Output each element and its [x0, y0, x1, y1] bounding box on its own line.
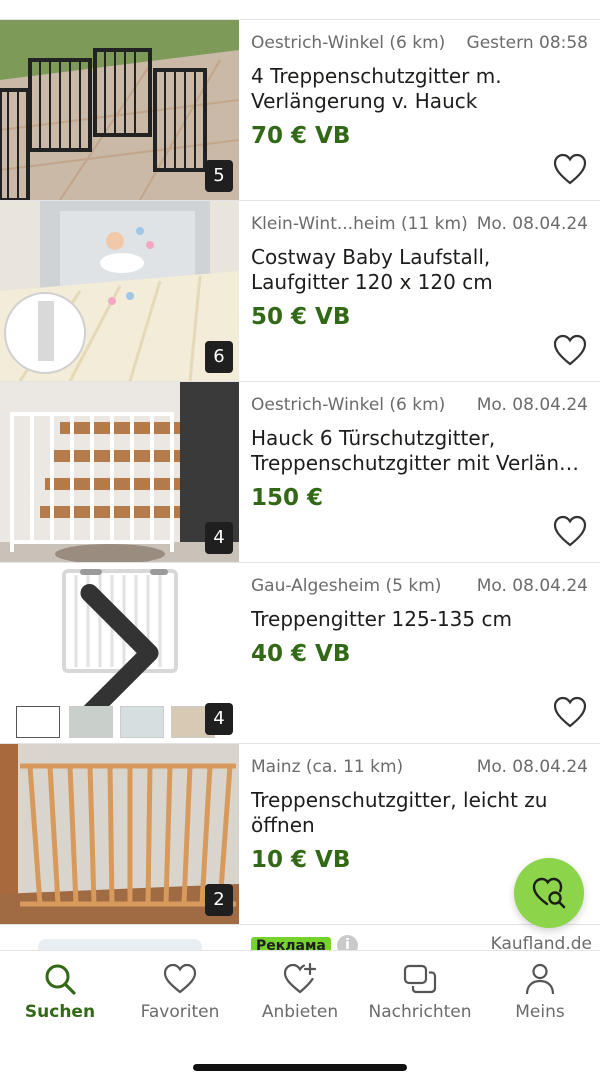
saved-search-icon [532, 877, 566, 909]
listing-title[interactable]: Treppenschutzgitter, leicht zu öffnen [251, 788, 588, 838]
listing-thumbnail[interactable]: 4 [0, 382, 239, 562]
image-count-badge: 6 [205, 341, 233, 373]
listing-photo [0, 201, 239, 381]
listing-date: Gestern 08:58 [466, 33, 588, 53]
heart-icon [163, 963, 197, 994]
listing-price: 70 € VB [251, 123, 351, 149]
tab-label: Anbieten [261, 1002, 339, 1022]
image-count-badge: 4 [205, 522, 233, 554]
listing-info[interactable]: Oestrich-Winkel (6 km) Mo. 08.04.24 Hauc… [251, 382, 588, 562]
saved-search-button[interactable] [514, 858, 584, 928]
listing-price: 10 € VB [251, 847, 351, 873]
listing-info[interactable]: Klein-Wint...heim (11 km) Mo. 08.04.24 C… [251, 201, 588, 381]
ad-brand: Kaufland.de [490, 934, 592, 951]
tab-label: Nachrichten [368, 1002, 472, 1022]
ad-listing[interactable]: Реклама i Kaufland.de [0, 925, 600, 951]
tab-label: Meins [515, 1002, 565, 1022]
listing-location: Oestrich-Winkel (6 km) [251, 395, 446, 415]
listing-photo [0, 744, 239, 924]
tab-label: Favoriten [140, 1002, 220, 1022]
listing-price: 150 € [251, 485, 324, 511]
favorite-heart-icon[interactable] [552, 333, 588, 367]
favorite-heart-icon[interactable] [552, 514, 588, 548]
listing-title[interactable]: Treppengitter 125-135 cm [251, 607, 588, 632]
listing-title[interactable]: 4 Treppenschutzgitter m. Verlängerung v.… [251, 64, 588, 114]
home-indicator[interactable] [193, 1064, 407, 1071]
listing-location: Klein-Wint...heim (11 km) [251, 214, 468, 234]
gallery-thumbnail[interactable] [16, 706, 60, 738]
person-icon [525, 963, 555, 995]
listing-thumbnail[interactable]: 5 [0, 20, 239, 200]
tab-suchen[interactable]: Suchen [0, 951, 120, 1031]
tab-nachrichten[interactable]: Nachrichten [360, 951, 480, 1031]
listing-photo [0, 20, 239, 200]
gallery-thumbnails [16, 706, 226, 740]
image-count-badge: 5 [205, 160, 233, 192]
listing-thumbnail[interactable]: 4 [0, 563, 239, 743]
listing-date: Mo. 08.04.24 [476, 395, 588, 415]
image-count-badge: 4 [205, 703, 233, 735]
listing-price: 50 € VB [251, 304, 351, 330]
listing-item[interactable]: 2 Mainz (ca. 11 km) Mo. 08.04.24 Treppen… [0, 744, 600, 925]
info-icon[interactable]: i [337, 935, 358, 951]
listing-info[interactable]: Gau-Algesheim (5 km) Mo. 08.04.24 Treppe… [251, 563, 588, 743]
listing-item[interactable]: 4 Gau-Algesheim (5 km) Mo. 08.04.24 Trep… [0, 563, 600, 744]
listing-title[interactable]: Hauck 6 Türschutzgitter, Treppenschutzgi… [251, 426, 588, 476]
listing-location: Oestrich-Winkel (6 km) [251, 33, 446, 53]
favorite-heart-icon[interactable] [552, 695, 588, 729]
listing-info[interactable]: Oestrich-Winkel (6 km) Gestern 08:58 4 T… [251, 20, 588, 200]
listing-thumbnail[interactable]: 6 [0, 201, 239, 381]
listing-item[interactable]: 4 Oestrich-Winkel (6 km) Mo. 08.04.24 Ha… [0, 382, 600, 563]
listing-location: Gau-Algesheim (5 km) [251, 576, 442, 596]
ad-badge: Реклама [251, 937, 331, 951]
listing-date: Mo. 08.04.24 [476, 576, 588, 596]
tab-anbieten[interactable]: Anbieten [240, 951, 360, 1031]
messages-icon [403, 964, 437, 994]
top-edge [0, 0, 600, 20]
listing-item[interactable]: 6 Klein-Wint...heim (11 km) Mo. 08.04.24… [0, 201, 600, 382]
listing-price: 40 € VB [251, 641, 351, 667]
favorite-heart-icon[interactable] [552, 152, 588, 186]
tab-meins[interactable]: Meins [480, 951, 600, 1031]
listing-date: Mo. 08.04.24 [476, 214, 588, 234]
heart-plus-icon [283, 962, 317, 994]
image-count-badge: 2 [205, 884, 233, 916]
search-icon [45, 964, 76, 995]
tab-label: Suchen [24, 1002, 96, 1022]
tab-favoriten[interactable]: Favoriten [120, 951, 240, 1031]
gallery-thumbnail[interactable] [69, 706, 113, 738]
listing-location: Mainz (ca. 11 km) [251, 757, 404, 777]
listing-thumbnail[interactable]: 2 [0, 744, 239, 924]
gallery-thumbnail[interactable] [120, 706, 164, 738]
listing-date: Mo. 08.04.24 [476, 757, 588, 777]
listing-title[interactable]: Costway Baby Laufstall, Laufgitter 120 x… [251, 245, 588, 295]
bottom-tab-bar: Suchen Favoriten Anbieten Nachrichten Me… [0, 950, 600, 1081]
listing-photo [0, 382, 239, 562]
listing-item[interactable]: 5 Oestrich-Winkel (6 km) Gestern 08:58 4… [0, 20, 600, 201]
